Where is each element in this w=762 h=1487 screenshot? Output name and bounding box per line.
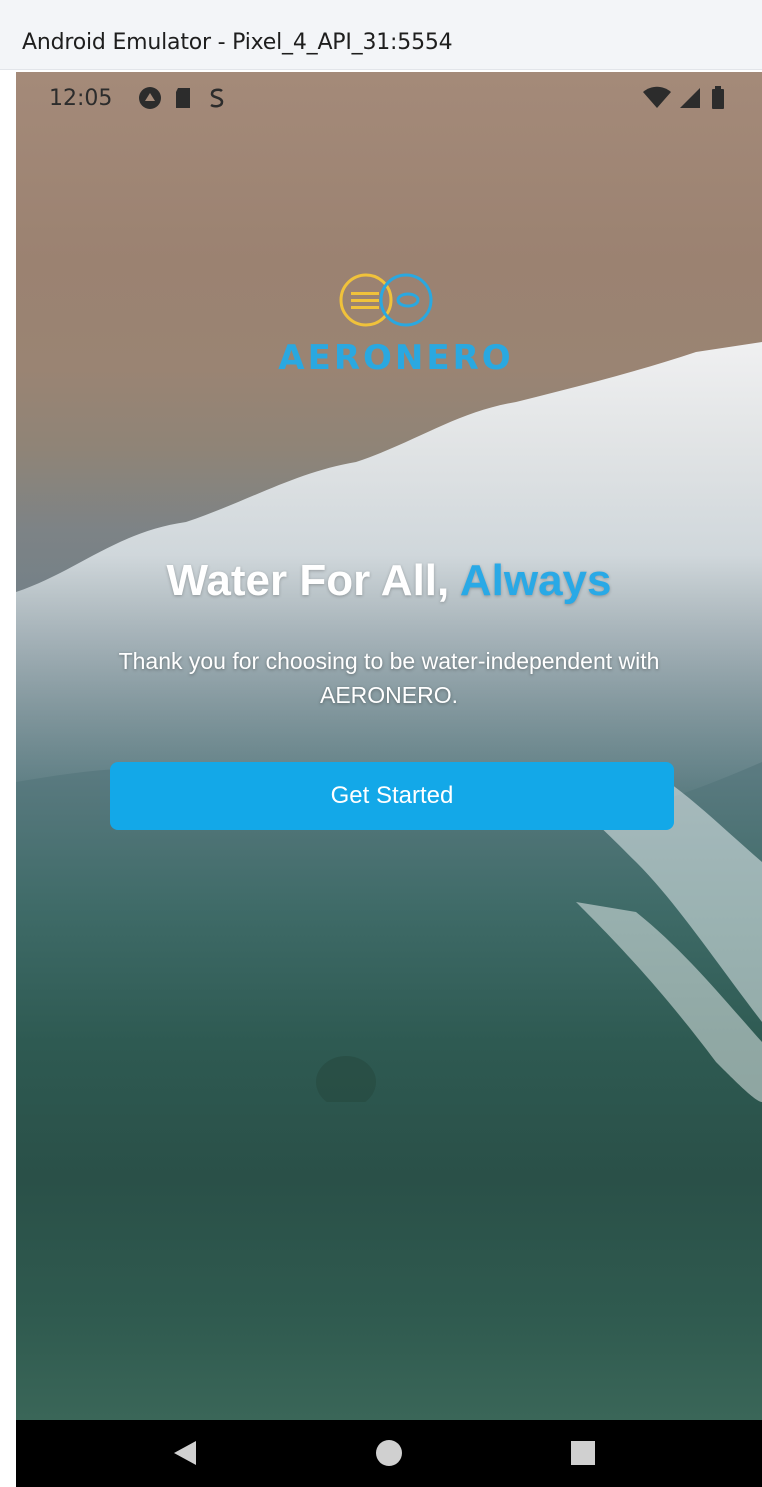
device-frame: 12:05 AERONERO Water For All, Always Tha…	[16, 72, 762, 1487]
sd-card-icon	[176, 88, 190, 108]
s-notification-icon	[210, 88, 224, 108]
navigation-bar	[16, 1420, 762, 1487]
get-started-button[interactable]: Get Started	[110, 762, 674, 830]
headline-main: Water For All,	[166, 556, 460, 605]
signal-icon	[680, 88, 700, 108]
hero-headline: Water For All, Always	[16, 556, 762, 606]
welcome-screen: 12:05 AERONERO Water For All, Always Tha…	[16, 72, 762, 1420]
back-icon[interactable]	[170, 1438, 200, 1468]
wifi-icon	[643, 86, 671, 108]
status-time: 12:05	[49, 86, 113, 111]
drive-icon	[139, 87, 161, 109]
status-bar: 12:05	[16, 72, 762, 124]
logo-wordmark: AERONERO	[278, 338, 514, 378]
hero-subtext: Thank you for choosing to be water-indep…	[118, 648, 660, 708]
recents-icon[interactable]	[568, 1438, 598, 1468]
emulator-title-bar[interactable]: Android Emulator - Pixel_4_API_31:5554	[0, 0, 762, 70]
home-icon[interactable]	[374, 1438, 404, 1468]
headline-accent: Always	[459, 556, 612, 605]
emulator-window: Android Emulator - Pixel_4_API_31:5554 1…	[0, 0, 762, 1487]
ocean-background-image	[16, 342, 762, 1102]
battery-icon	[712, 86, 724, 109]
window-title: Android Emulator - Pixel_4_API_31:5554	[22, 30, 453, 55]
